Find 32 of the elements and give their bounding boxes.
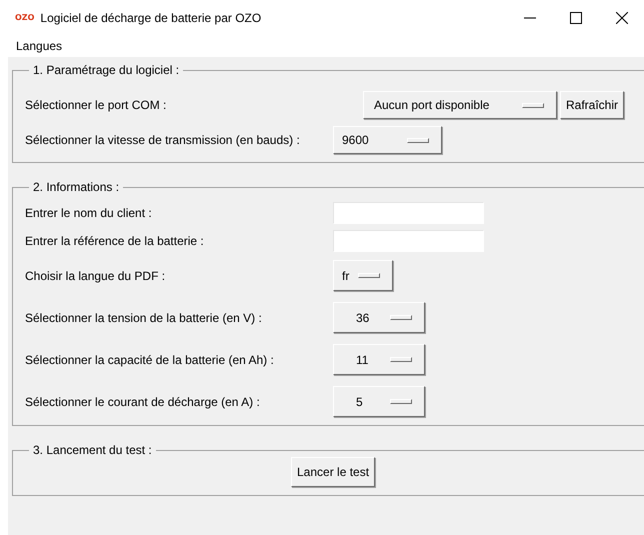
section-title: 3. Lancement du test :: [32, 443, 153, 457]
section-title: 1. Paramétrage du logiciel :: [32, 63, 180, 77]
dropdown[interactable]: 11: [333, 344, 425, 375]
close-icon[interactable]: [616, 12, 628, 24]
dropdown[interactable]: Aucun port disponible: [363, 91, 557, 119]
start-test-button[interactable]: Lancer le test: [291, 457, 376, 487]
field-label: Sélectionner la tension de la batterie (en V) :: [25, 310, 263, 324]
field-label: Sélectionner le courant de décharge (en A) :: [25, 394, 261, 408]
field-label: Entrer la référence de la batterie :: [25, 234, 205, 248]
section-title: 2. Informations :: [32, 180, 120, 194]
dropdown[interactable]: 36: [333, 302, 425, 333]
field-label: Sélectionner le port COM :: [25, 98, 168, 112]
maximize-icon[interactable]: [570, 12, 582, 24]
window-title: Logiciel de décharge de batterie par OZO: [40, 10, 262, 24]
app-logo-icon: OZO: [15, 13, 34, 22]
dropdown[interactable]: 9600: [333, 126, 442, 154]
menu-item[interactable]: Langues: [16, 39, 62, 53]
field-label: Sélectionner la capacité de la batterie (en Ah) :: [25, 352, 275, 366]
dropdown-indicator-icon: [358, 273, 380, 278]
dropdown-indicator-icon: [390, 399, 412, 404]
dropdown-indicator-icon: [522, 102, 544, 108]
input-field[interactable]: [333, 230, 484, 252]
dropdown[interactable]: 5: [333, 386, 425, 417]
dropdown-indicator-icon: [390, 357, 412, 362]
dropdown-indicator-icon: [390, 315, 412, 320]
input-field[interactable]: [333, 202, 484, 224]
field-label: Entrer le nom du client :: [25, 206, 153, 220]
field-label: Choisir la langue du PDF :: [25, 268, 166, 282]
refresh-button[interactable]: Rafraîchir: [560, 91, 624, 119]
dropdown[interactable]: fr: [333, 260, 393, 291]
dropdown-indicator-icon: [407, 138, 429, 142]
field-label: Sélectionner la vitesse de transmission (en bauds) :: [25, 133, 301, 147]
